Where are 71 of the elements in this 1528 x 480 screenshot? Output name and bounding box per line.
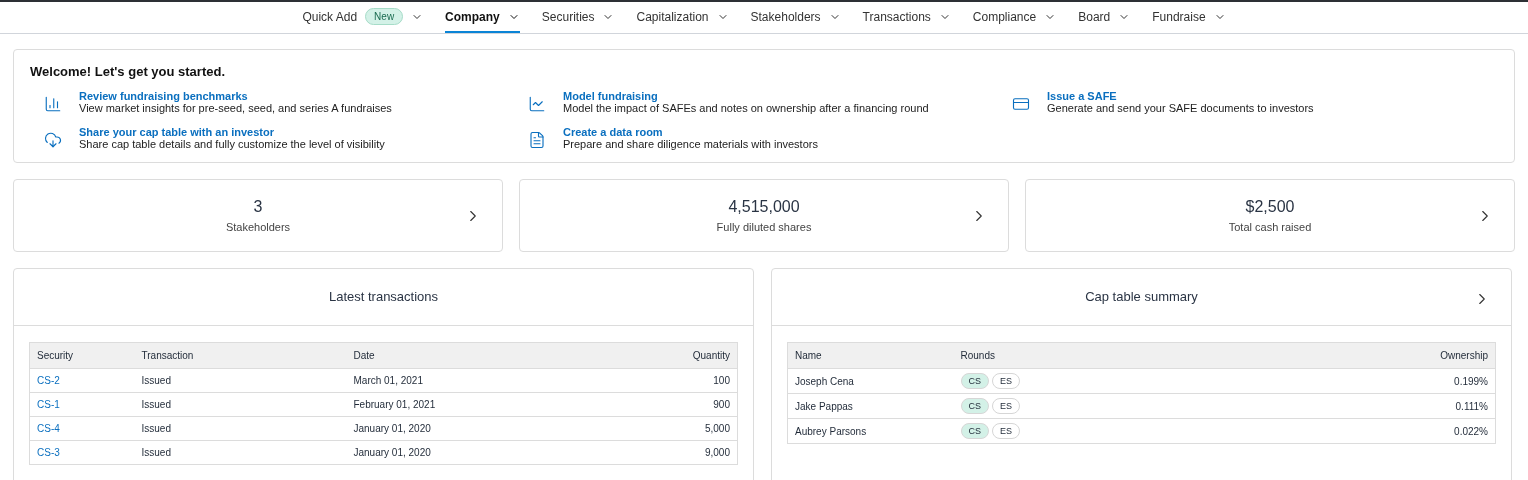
new-badge: New — [365, 8, 404, 25]
security-link[interactable]: CS-2 — [37, 375, 60, 386]
column-header: Security — [29, 342, 135, 369]
action-description: View market insights for pre-seed, seed, and series A fundraises — [79, 101, 392, 114]
table-cell: Issued — [134, 368, 347, 393]
table-cell: February 01, 2021 — [346, 392, 601, 417]
nav-tab[interactable]: Quick Add New — [302, 2, 424, 33]
action-description: Generate and send your SAFE documents to investors — [1047, 101, 1314, 114]
column-header: Rounds — [953, 342, 1247, 369]
stat-label: Stakeholders — [225, 220, 291, 236]
column-header: Date — [346, 342, 601, 369]
security-link[interactable]: CS-4 — [37, 423, 60, 434]
cloud-download-icon — [44, 130, 62, 149]
nav-tab[interactable]: Capitalization — [636, 2, 729, 33]
action-link[interactable]: Share your cap table with an investor — [79, 125, 385, 138]
round-tag: ES — [992, 373, 1021, 389]
stat-label: Total cash raised — [1228, 220, 1312, 236]
panel-title: Cap table summary — [1085, 288, 1198, 307]
action-link[interactable]: Create a data room — [563, 125, 818, 138]
column-header: Transaction — [134, 342, 347, 369]
bar-chart-icon — [44, 94, 62, 113]
nav-tab[interactable]: Securities — [541, 2, 615, 33]
stat-value: 3 — [253, 197, 263, 218]
table-cell: 0.199% — [1246, 368, 1496, 394]
security-link[interactable]: CS-1 — [37, 399, 60, 410]
table-cell: Jake Pappas — [787, 393, 954, 419]
action-link[interactable]: Review fundraising benchmarks — [79, 89, 392, 102]
action-description: Model the impact of SAFEs and notes on ownership after a financing round — [563, 101, 929, 114]
table-cell: January 01, 2020 — [346, 440, 601, 465]
action-link[interactable]: Model fundraising — [563, 89, 929, 102]
table-cell: January 01, 2020 — [346, 416, 601, 441]
table-cell: 100 — [600, 368, 738, 393]
round-tag: CS — [960, 423, 989, 439]
round-tag: CS — [960, 373, 989, 389]
table-cell: Aubrey Parsons — [787, 418, 954, 444]
nav-tab[interactable]: Stakeholders — [750, 2, 841, 33]
round-tag: ES — [992, 423, 1021, 439]
nav-tab[interactable]: Board — [1078, 2, 1131, 33]
stat-label: Fully diluted shares — [716, 220, 812, 236]
table-cell: 5,000 — [600, 416, 738, 441]
action-link[interactable]: Issue a SAFE — [1047, 89, 1314, 102]
table-cell: 0.111% — [1246, 393, 1496, 419]
column-header: Ownership — [1246, 342, 1496, 369]
nav-tab[interactable]: Fundraise — [1152, 2, 1226, 33]
nav-tab[interactable]: Transactions — [862, 2, 951, 33]
table-cell: 900 — [600, 392, 738, 417]
table-cell: 9,000 — [600, 440, 738, 465]
nav-tab[interactable]: Compliance — [972, 2, 1057, 33]
line-chart-icon — [528, 94, 546, 113]
column-header: Quantity — [600, 342, 738, 369]
round-tag: ES — [992, 398, 1021, 414]
table-cell: March 01, 2021 — [346, 368, 601, 393]
security-link[interactable]: CS-3 — [37, 447, 60, 458]
action-description: Prepare and share diligence materials with investors — [563, 137, 818, 150]
table-cell: Issued — [134, 440, 347, 465]
stat-card[interactable]: 3 Stakeholders — [13, 179, 503, 252]
round-tag: CS — [960, 398, 989, 414]
table-cell: Issued — [134, 392, 347, 417]
stat-card[interactable]: $2,500 Total cash raised — [1025, 179, 1515, 252]
stat-value: $2,500 — [1245, 197, 1295, 218]
table-cell: 0.022% — [1246, 418, 1496, 444]
document-icon — [528, 130, 546, 149]
stat-card[interactable]: 4,515,000 Fully diluted shares — [519, 179, 1009, 252]
action-description: Share cap table details and fully customize the level of visibility — [79, 137, 385, 150]
column-header: Name — [787, 342, 954, 369]
table-cell: Joseph Cena — [787, 368, 954, 394]
nav-tab[interactable]: Company — [445, 2, 520, 33]
stat-value: 4,515,000 — [728, 197, 800, 218]
table-cell: Issued — [134, 416, 347, 441]
panel-title: Latest transactions — [328, 288, 439, 307]
welcome-title: Welcome! Let's get you started. — [30, 63, 226, 81]
